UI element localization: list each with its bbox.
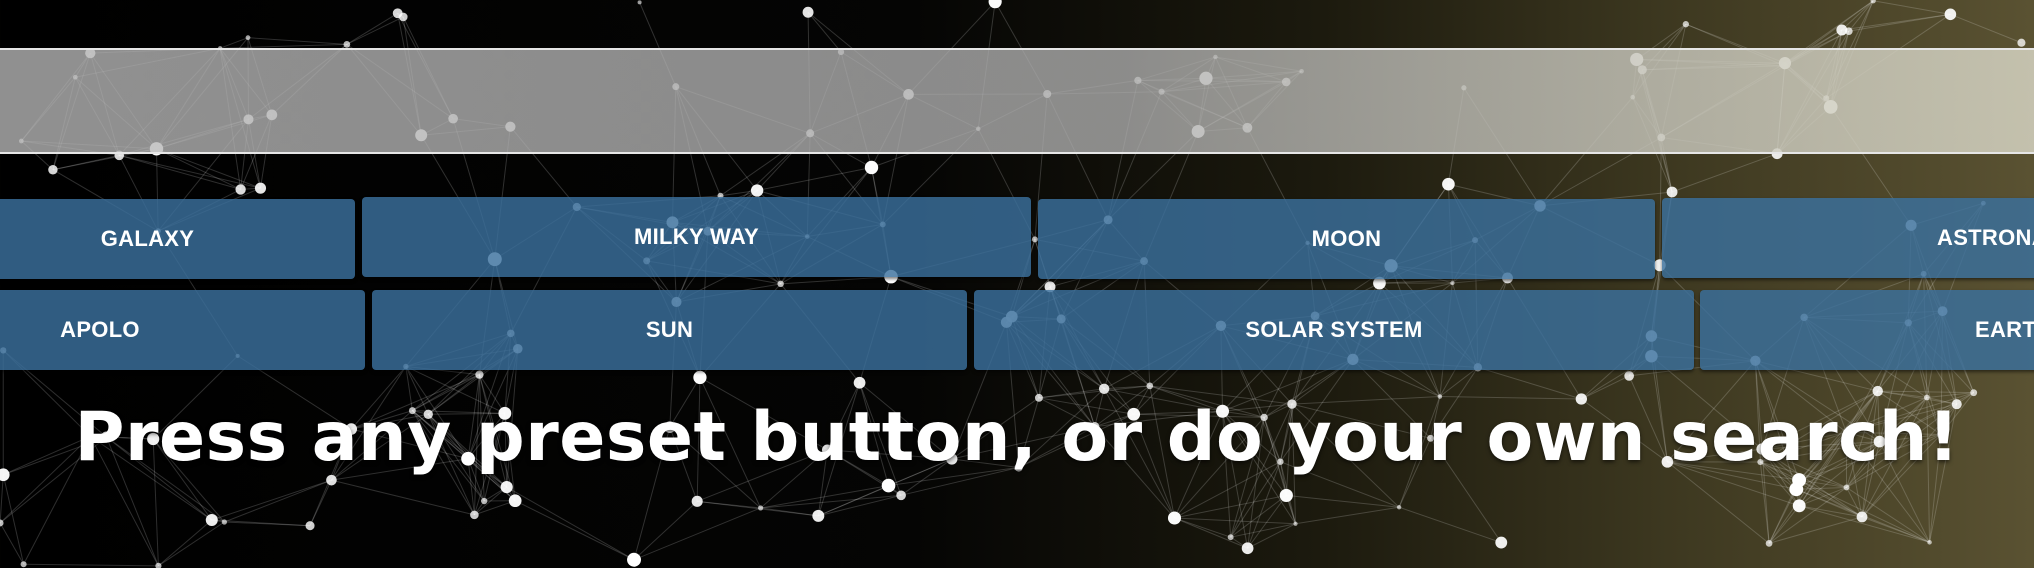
preset-button-label: ASTRONA <box>1937 225 2034 250</box>
page-headline: Press any preset button, or do your own … <box>74 398 1960 477</box>
preset-button-label: SOLAR SYSTEM <box>1245 317 1423 342</box>
preset-button-moon[interactable]: MOON <box>1038 199 1655 279</box>
preset-button-milky-way[interactable]: MILKY WAY <box>362 197 1031 277</box>
preset-button-astronaut[interactable]: ASTRONA <box>1662 198 2034 278</box>
preset-button-solar-system[interactable]: SOLAR SYSTEM <box>974 290 1694 370</box>
preset-button-label: SUN <box>645 317 694 342</box>
preset-button-label: GALAXY <box>100 226 195 251</box>
preset-button-label: MILKY WAY <box>634 224 759 249</box>
preset-button-label: MOON <box>1311 226 1382 251</box>
search-input[interactable] <box>0 50 2034 152</box>
preset-button-label: EART <box>1975 317 2034 342</box>
preset-button-galaxy[interactable]: GALAXY <box>0 199 355 279</box>
preset-button-sun[interactable]: SUN <box>372 290 967 370</box>
search-bar[interactable] <box>0 48 2034 154</box>
preset-button-label: APOLO <box>60 317 140 342</box>
preset-button-apolo[interactable]: APOLO <box>0 290 365 370</box>
preset-button-earth[interactable]: EART <box>1700 290 2034 370</box>
